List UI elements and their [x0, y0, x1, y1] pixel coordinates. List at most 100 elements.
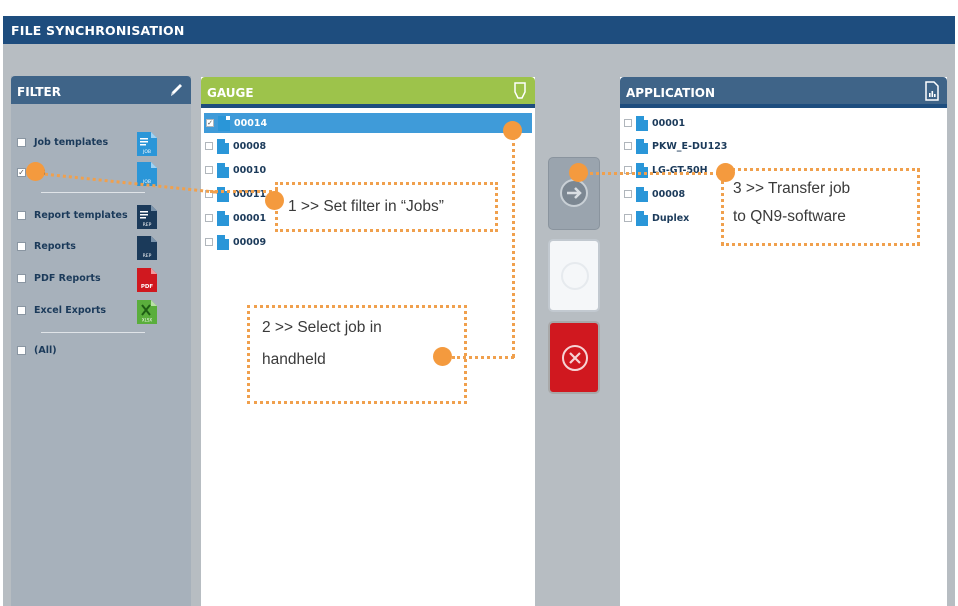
file-icon [217, 210, 229, 226]
gauge-header: GAUGE [201, 77, 535, 108]
callout-step2-text: handheld [262, 351, 326, 368]
filter-item-excel-exports[interactable]: Excel Exports [17, 302, 106, 318]
application-title: APPLICATION [626, 86, 716, 100]
pencil-icon[interactable] [168, 80, 184, 100]
gauge-list-item[interactable]: 00011 [205, 184, 266, 204]
application-panel: APPLICATION 00001 PKW_E-DU123 LG-GT-50H … [620, 77, 947, 606]
item-checkbox[interactable] [624, 190, 632, 198]
application-list-item[interactable]: 00008 [624, 184, 685, 204]
filter-item-label: Reports [34, 240, 76, 252]
callout-dot [265, 191, 284, 210]
item-label: 00008 [233, 140, 267, 152]
inactive-button[interactable] [548, 239, 600, 312]
item-checkbox[interactable] [205, 142, 213, 150]
item-checkbox[interactable] [205, 214, 213, 222]
gauge-list-item[interactable]: 00010 [205, 160, 266, 180]
filter-checkbox[interactable] [17, 273, 26, 283]
job-file-icon: JOB [137, 132, 157, 156]
callout-step2-text: 2 >> Select job in [262, 319, 382, 336]
item-label: PKW_E-DU123 [652, 140, 728, 152]
filter-item-label: Job templates [34, 136, 109, 148]
filter-checkbox[interactable] [17, 137, 26, 147]
file-icon [217, 138, 229, 154]
filter-item-label: PDF Reports [34, 272, 101, 284]
item-checkbox[interactable] [205, 166, 213, 174]
connector-line [512, 130, 515, 358]
close-circle-icon [562, 345, 588, 371]
window-title: FILE SYNCHRONISATION [11, 23, 185, 38]
filter-checkbox[interactable] [17, 305, 26, 315]
filter-item-label: Report templates [34, 209, 128, 221]
file-icon [636, 186, 648, 202]
arrow-right-circle-icon [560, 179, 588, 207]
cancel-button[interactable] [548, 321, 600, 394]
item-checkbox[interactable] [624, 119, 632, 127]
callout-step3-text: 3 >> Transfer job [733, 180, 851, 197]
filter-item-all[interactable]: (All) [17, 342, 57, 358]
file-icon [218, 115, 230, 131]
svg-text:XLSX: XLSX [142, 318, 153, 323]
item-checkbox[interactable] [624, 214, 632, 222]
file-icon [217, 162, 229, 178]
file-icon [636, 162, 648, 178]
callout-dot [569, 163, 588, 182]
application-list-item[interactable]: Duplex [624, 208, 689, 228]
item-checkbox[interactable] [624, 142, 632, 150]
svg-text:REP: REP [143, 222, 152, 228]
gauge-list-item[interactable]: 00009 [205, 232, 266, 252]
item-checkbox[interactable]: ✓ [206, 119, 214, 127]
svg-text:REP: REP [143, 253, 152, 259]
application-list-item[interactable]: 00001 [624, 113, 685, 133]
document-chart-icon [925, 81, 939, 101]
title-bar: FILE SYNCHRONISATION [3, 16, 955, 44]
filter-item-pdf-reports[interactable]: PDF Reports [17, 270, 101, 286]
item-label: 00010 [233, 164, 267, 176]
circle-icon [561, 262, 589, 290]
item-label: 00009 [233, 236, 267, 248]
item-label: Duplex [652, 212, 690, 224]
file-icon [217, 186, 229, 202]
gauge-list-item[interactable]: 00008 [205, 136, 266, 156]
filter-item-label: (All) [34, 344, 57, 356]
item-label: 00001 [233, 212, 267, 224]
item-label: 00001 [652, 117, 686, 129]
filter-item-report-templates[interactable]: Report templates [17, 207, 128, 223]
file-icon [636, 115, 648, 131]
filter-checkbox[interactable] [17, 241, 26, 251]
excel-icon: XLSX [137, 300, 157, 324]
callout-dot [433, 347, 452, 366]
filter-item-reports[interactable]: Reports [17, 238, 76, 254]
item-label: 00008 [652, 188, 686, 200]
filter-title: FILTER [17, 85, 61, 99]
filter-checkbox[interactable] [17, 210, 26, 220]
filter-checkbox[interactable]: ✓ [17, 167, 26, 177]
filter-divider [41, 192, 145, 193]
report-icon: REP [137, 236, 157, 260]
pdf-icon: PDF [137, 268, 157, 292]
item-checkbox[interactable] [205, 238, 213, 246]
filter-panel: FILTER Job templates ✓ s Report template… [11, 76, 191, 606]
item-label: 00014 [234, 117, 268, 129]
connector-line [585, 172, 725, 175]
svg-text:JOB: JOB [142, 149, 151, 155]
filter-item-label: Excel Exports [34, 304, 107, 316]
application-header: APPLICATION [620, 77, 947, 108]
application-list-item[interactable]: LG-GT-50H [624, 160, 708, 180]
gauge-title: GAUGE [207, 86, 254, 100]
filter-header: FILTER [11, 76, 191, 104]
filter-item-job-templates[interactable]: Job templates [17, 134, 108, 150]
callout-step1-text: 1 >> Set filter in “Jobs” [288, 198, 444, 215]
file-icon [636, 210, 648, 226]
callout-dot [26, 162, 45, 181]
gauge-device-icon [514, 82, 526, 99]
connector-line [452, 356, 514, 359]
callout-dot [716, 163, 735, 182]
filter-checkbox[interactable] [17, 345, 26, 355]
gauge-list-item[interactable]: 00001 [205, 208, 266, 228]
application-list-item[interactable]: PKW_E-DU123 [624, 136, 727, 156]
file-icon [636, 138, 648, 154]
report-template-icon: REP [137, 205, 157, 229]
callout-step3-text: to QN9-software [733, 208, 846, 225]
gauge-list-item[interactable]: ✓ 00014 [204, 113, 532, 133]
callout-dot [503, 121, 522, 140]
